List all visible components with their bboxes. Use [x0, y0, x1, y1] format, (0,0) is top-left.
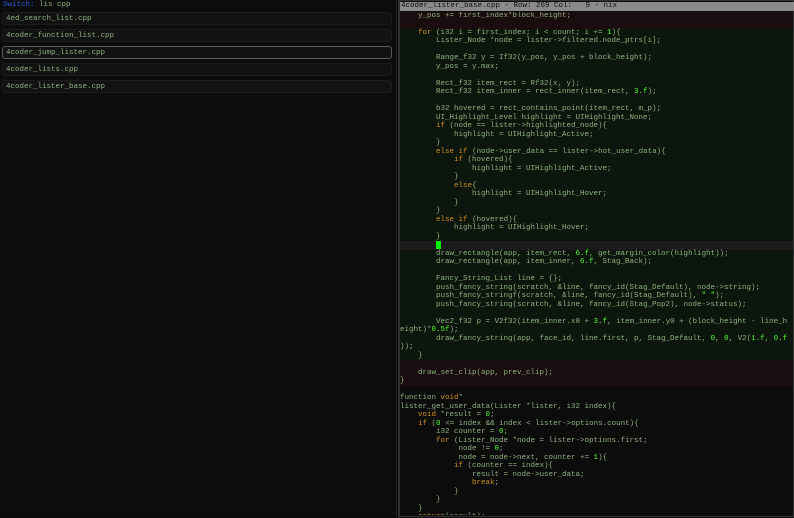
code-line[interactable]: Range_f32 y = If32(y_pos, y_pos + block_… [400, 54, 793, 63]
code-line[interactable]: lister_get_user_data(Lister *lister, i32… [400, 403, 793, 412]
code-line[interactable]: draw_rectangle(app, item_rect, 6.f, get_… [400, 249, 793, 259]
code-line[interactable] [400, 360, 793, 369]
code-line[interactable]: return(result); [400, 513, 793, 515]
code-line[interactable]: else if (node->user_data == lister->hot_… [400, 147, 793, 157]
code-line[interactable]: highlight = UIHighlight_Hover; [400, 190, 793, 199]
code-line[interactable]: } [400, 351, 793, 361]
code-line[interactable] [400, 266, 793, 276]
code-line[interactable]: } [400, 377, 793, 386]
code-line[interactable]: } [400, 488, 793, 497]
code-line[interactable]: if (node == lister->highlighted_node){ [400, 122, 793, 131]
code-line[interactable] [400, 96, 793, 106]
code-line[interactable] [400, 386, 793, 395]
code-line[interactable]: b32 hovered = rect_contains_point(item_r… [400, 105, 793, 114]
code-line[interactable]: highlight = UIHighlight_Active; [400, 130, 793, 140]
code-line[interactable]: Rect_f32 item_rect = Rf32(x, y); [400, 79, 793, 89]
code-line[interactable]: node = node->next, counter += 1){ [400, 454, 793, 463]
code-line[interactable] [400, 20, 793, 29]
code-line[interactable]: } [400, 496, 793, 505]
code-line[interactable]: i32 counter = 0; [400, 428, 793, 437]
lister-item-selected[interactable]: 4coder_jump_lister.cpp [2, 46, 392, 59]
code-line[interactable]: result = node->user_data; [400, 471, 793, 480]
code-line[interactable] [400, 241, 793, 250]
code-line[interactable]: highlight = UIHighlight_Hover; [400, 224, 793, 233]
query-text[interactable]: lis cpp [39, 1, 71, 9]
code-line[interactable]: push_fancy_string(scratch, &line, fancy_… [400, 300, 793, 310]
lister-query[interactable]: Switch: lis cpp [3, 1, 71, 10]
code-line[interactable]: if (hovered){ [400, 156, 793, 165]
code-line[interactable]: void *result = 0; [400, 411, 793, 420]
lister-panel: Switch: lis cpp 4ed_search_list.cpp 4cod… [0, 0, 397, 517]
code-line[interactable]: y_pos += first_index*block_height; [400, 11, 793, 21]
code-line[interactable]: draw_rectangle(app, item_inner, 6.f, Sta… [400, 258, 793, 267]
code-line[interactable]: } [400, 139, 793, 148]
code-line[interactable]: break; [400, 479, 793, 488]
lister-item[interactable]: 4coder_function_list.cpp [2, 29, 392, 42]
lister-item[interactable]: 4coder_lists.cpp [2, 63, 392, 76]
code-line[interactable]: } [400, 207, 793, 216]
code-line[interactable]: else{ [400, 181, 793, 191]
code-line[interactable]: } [400, 198, 793, 208]
code-line[interactable]: node != 0; [400, 445, 793, 454]
code-line[interactable]: if (counter == index){ [400, 462, 793, 471]
code-line[interactable]: draw_set_clip(app, prev_clip); [400, 368, 793, 378]
code-line[interactable] [400, 309, 793, 318]
code-line[interactable]: for (Lister_Node *node = lister->options… [400, 437, 793, 446]
code-line[interactable]: Lister_Node *node = lister->filtered.nod… [400, 37, 793, 46]
code-line[interactable]: } [400, 505, 793, 514]
code-line[interactable]: )); [400, 343, 793, 352]
lister-item[interactable]: 4coder_lister_base.cpp [2, 80, 392, 93]
code-line[interactable]: Vec2_f32 p = V2f32(item_inner.x0 + 3.f, … [400, 317, 793, 327]
code-line[interactable]: UI_Highlight_Level highlight = UIHighlig… [400, 113, 793, 123]
code-line[interactable] [400, 71, 793, 80]
code-line[interactable]: push_fancy_string(scratch, &line, fancy_… [400, 283, 793, 293]
code-line[interactable]: if (0 <= index && index < lister->option… [400, 420, 793, 429]
code-line[interactable]: highlight = UIHighlight_Active; [400, 164, 793, 174]
code-line[interactable]: } [400, 173, 793, 182]
code-line[interactable]: else if (hovered){ [400, 215, 793, 225]
code-line[interactable]: for (i32 i = first_index; i < count; i +… [400, 28, 793, 38]
code-line[interactable]: push_fancy_stringf(scratch, &line, fancy… [400, 292, 793, 301]
editor-panel: 4coder_lister_base.cpp - Row: 269 Col: 9… [398, 0, 794, 518]
query-label: Switch: [3, 1, 35, 9]
code-line[interactable]: Fancy_String_List line = {}; [400, 275, 793, 284]
code-line[interactable]: } [400, 232, 793, 242]
file-status-bar: 4coder_lister_base.cpp - Row: 269 Col: 9… [400, 2, 794, 11]
code-line[interactable] [400, 45, 793, 55]
code-line[interactable]: y_pos = y.max; [400, 62, 793, 72]
code-line[interactable]: function void* [400, 394, 793, 403]
code-line[interactable]: Rect_f32 item_inner = rect_inner(item_re… [400, 88, 793, 97]
code-view[interactable]: y_pos += first_index*block_height; for (… [400, 11, 793, 515]
text-cursor [436, 241, 441, 250]
code-line[interactable]: draw_fancy_string(app, face_id, line.fir… [400, 334, 793, 344]
code-line[interactable]: eight)*0.5f); [400, 326, 793, 335]
lister-item[interactable]: 4ed_search_list.cpp [2, 12, 392, 25]
